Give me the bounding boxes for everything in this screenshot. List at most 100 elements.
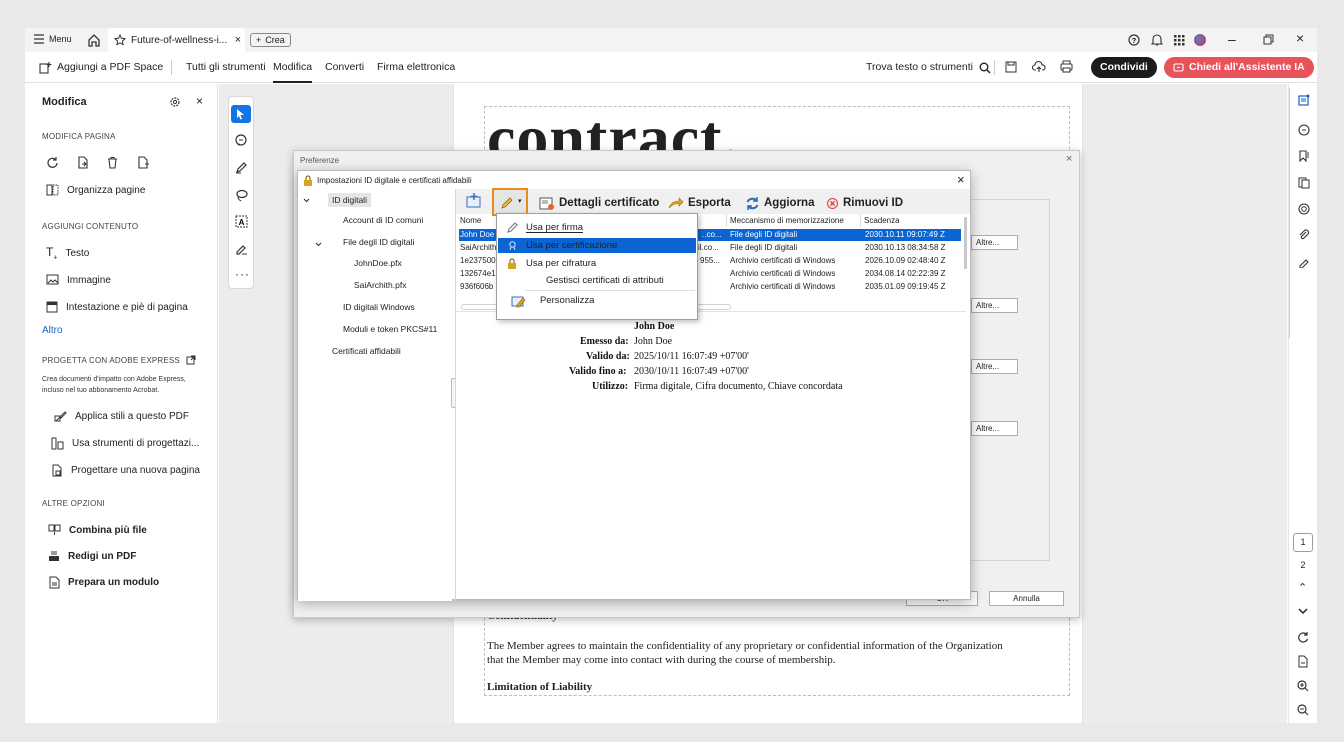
id-dialog-titlebar: Impostazioni ID digitale e certificati a… (303, 175, 472, 186)
refresh-button[interactable]: Aggiorna (745, 194, 814, 212)
tab-edit[interactable]: Modifica (273, 52, 313, 83)
more-button-1[interactable]: Altre... (971, 235, 1018, 250)
tree-trusted-certs[interactable]: Certificati affidabili (332, 346, 401, 356)
new-page-design-button[interactable]: Progettare una nuova pagina (51, 461, 200, 479)
paragraph-line-1[interactable]: The Member agrees to maintain the confid… (487, 640, 1003, 652)
star-icon[interactable] (114, 34, 126, 46)
next-page-icon[interactable] (1298, 608, 1308, 615)
share-button[interactable]: Condividi (1091, 57, 1157, 78)
home-icon[interactable] (87, 33, 101, 47)
redact-button[interactable]: Redigi un PDF (48, 547, 136, 565)
document-tab[interactable]: Future-of-wellness-i... × (108, 28, 245, 52)
page-number-current[interactable]: 1 (1293, 533, 1313, 552)
menu-item-sign[interactable]: Usa per firma (498, 220, 696, 235)
usage-options-button[interactable]: ▾ (492, 188, 528, 216)
close-panel-icon[interactable]: × (196, 94, 203, 108)
refresh-icon[interactable] (1297, 631, 1309, 643)
section-liability[interactable]: Limitation of Liability (487, 681, 592, 693)
close-window-icon[interactable]: × (1296, 30, 1304, 46)
find-tools-button[interactable]: Trova testo o strumenti (866, 52, 991, 83)
tree-file-johndoe[interactable]: JohnDoe.pfx (354, 258, 402, 268)
select-tool-button[interactable] (231, 105, 251, 123)
external-link-icon[interactable] (186, 355, 196, 365)
zoom-out-icon[interactable] (1297, 704, 1309, 716)
add-image-button[interactable]: Immagine (46, 271, 111, 289)
help-icon[interactable]: ? (1128, 34, 1140, 46)
tab-esign[interactable]: Firma elettronica (377, 52, 455, 83)
certificate-details-button[interactable]: Dettagli certificato (539, 194, 659, 212)
menu-button[interactable]: Menu (33, 34, 72, 44)
tree-file-saiarchith[interactable]: SaiArchith.pfx (354, 280, 406, 290)
pen-tool-icon[interactable] (235, 161, 248, 174)
notification-icon[interactable] (1151, 33, 1163, 46)
print-icon[interactable] (1060, 60, 1073, 73)
extract-page-icon[interactable] (76, 156, 89, 169)
comments-panel-icon[interactable] (1298, 124, 1310, 136)
menu-item-attributes[interactable]: Gestisci certificati di attributi (498, 273, 696, 288)
create-tab-button[interactable]: + Crea (250, 33, 291, 47)
attachment-icon[interactable] (1298, 229, 1310, 241)
prev-page-icon[interactable]: ⌃ (1298, 581, 1307, 594)
more-button-3[interactable]: Altre... (971, 359, 1018, 374)
apps-grid-icon[interactable] (1173, 34, 1185, 46)
save-icon[interactable] (1005, 61, 1017, 73)
add-id-icon[interactable] (465, 192, 483, 210)
tree-roaming-accounts[interactable]: Account di ID comuni (343, 215, 423, 225)
apply-styles-button[interactable]: Applica stili a questo PDF (54, 407, 189, 425)
lasso-tool-icon[interactable] (235, 189, 248, 202)
chevron-down-icon[interactable] (315, 242, 322, 247)
tab-all-tools[interactable]: Tutti gli strumenti (186, 52, 266, 83)
combine-files-button[interactable]: Combina più file (48, 521, 147, 539)
ai-summary-icon[interactable] (1298, 94, 1310, 106)
more-link[interactable]: Altro (42, 325, 63, 336)
add-text-button[interactable]: T+ Testo (46, 244, 89, 262)
bookmarks-icon[interactable] (1298, 150, 1310, 162)
tab-convert[interactable]: Converti (325, 52, 364, 83)
export-button[interactable]: Esporta (668, 194, 731, 212)
ai-assistant-button[interactable]: Chiedi all'Assistente IA (1164, 57, 1314, 78)
column-name[interactable]: Nome (460, 216, 481, 225)
prepare-form-button[interactable]: Prepara un modulo (48, 573, 159, 591)
organize-pages-button[interactable]: Organizza pagine (46, 181, 145, 199)
insert-page-icon[interactable] (136, 156, 149, 169)
tree-digital-ids[interactable]: ID digitali (328, 193, 371, 207)
add-to-space-button[interactable]: Aggiungi a PDF Space (39, 52, 163, 83)
close-tab-icon[interactable]: × (235, 34, 241, 46)
menu-item-certify[interactable]: Usa per certificazione (498, 238, 696, 253)
pages-thumbnail-icon[interactable] (1298, 177, 1310, 189)
remove-id-button[interactable]: Rimuovi ID (826, 194, 903, 212)
avatar[interactable] (1194, 34, 1206, 46)
sign-tool-icon[interactable] (235, 242, 248, 255)
rotate-icon[interactable] (46, 156, 59, 169)
paragraph-line-2[interactable]: that the Member may come into contact wi… (487, 654, 836, 666)
tree-id-files[interactable]: File degli ID digitali (343, 237, 414, 247)
scrollbar-track[interactable] (1289, 88, 1290, 338)
zoom-in-icon[interactable] (1297, 680, 1309, 692)
design-tools-button[interactable]: Usa strumenti di progettazi... (51, 434, 199, 452)
more-button-4[interactable]: Altre... (971, 421, 1018, 436)
cancel-button[interactable]: Annulla (989, 591, 1064, 606)
delete-page-icon[interactable] (106, 156, 119, 169)
preferences-close-icon[interactable]: × (1066, 153, 1072, 165)
text-box-tool-icon[interactable]: A (235, 215, 248, 228)
column-storage[interactable]: Meccanismo di memorizzazione (730, 216, 844, 225)
column-expiry[interactable]: Scadenza (864, 216, 900, 225)
tree-pkcs-modules[interactable]: Moduli e token PKCS#11 (343, 324, 437, 334)
menu-item-encrypt[interactable]: Usa per cifratura (498, 256, 696, 271)
minimize-icon[interactable]: – (1228, 31, 1236, 47)
page-fit-icon[interactable] (1297, 655, 1309, 668)
tree-windows-ids[interactable]: ID digitali Windows (343, 302, 415, 312)
layers-icon[interactable] (1298, 203, 1310, 215)
restore-icon[interactable] (1263, 34, 1274, 45)
header-footer-button[interactable]: Intestazione e piè di pagina (46, 298, 188, 316)
signature-panel-icon[interactable] (1298, 256, 1310, 268)
settings-gear-icon[interactable] (169, 96, 181, 108)
chevron-down-icon[interactable] (303, 198, 310, 203)
more-button-2[interactable]: Altre... (971, 298, 1018, 313)
more-tools-icon[interactable]: ··· (235, 267, 250, 281)
comment-tool-icon[interactable] (235, 134, 248, 147)
list-vertical-scrollbar[interactable] (964, 217, 967, 269)
upload-cloud-icon[interactable] (1032, 60, 1046, 73)
menu-item-customize[interactable]: Personalizza (498, 292, 696, 309)
id-dialog-close-icon[interactable]: × (957, 172, 965, 187)
